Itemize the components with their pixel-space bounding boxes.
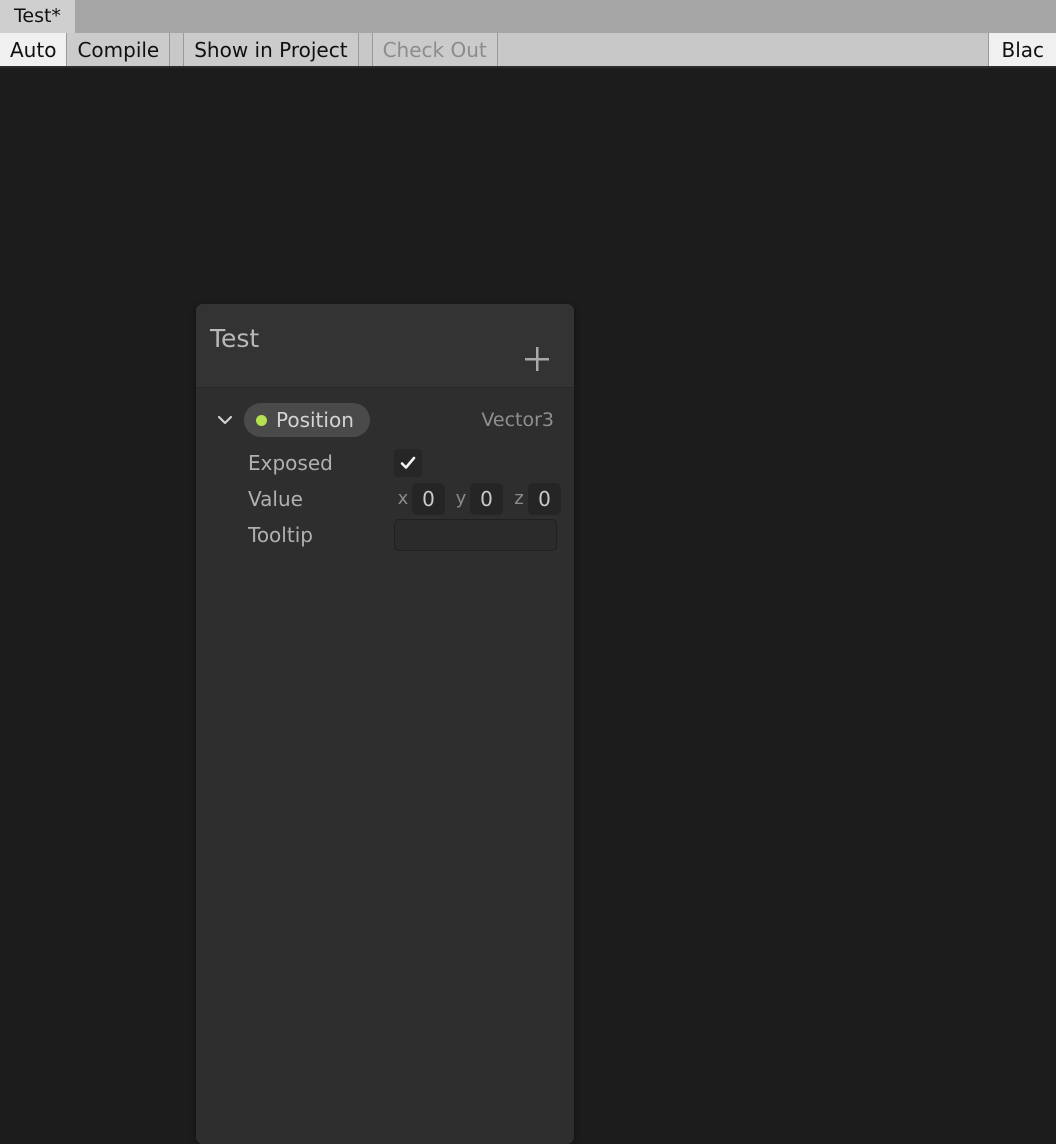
toolbar-separator-2 bbox=[358, 33, 373, 66]
blackboard-header[interactable]: Test bbox=[196, 304, 574, 388]
compile-button[interactable]: Compile bbox=[67, 33, 171, 66]
tooltip-row: Tooltip bbox=[248, 517, 574, 553]
vector-y-input[interactable]: 0 bbox=[470, 483, 503, 515]
blackboard-panel[interactable]: Test Position Vector3 Exposed Value x 0 … bbox=[196, 304, 574, 1144]
variable-name-pill[interactable]: Position bbox=[244, 403, 370, 437]
check-out-label: Check Out bbox=[382, 37, 487, 62]
value-label: Value bbox=[248, 487, 303, 511]
check-out-button: Check Out bbox=[372, 33, 498, 66]
exposed-control bbox=[394, 449, 422, 477]
show-in-project-label: Show in Project bbox=[194, 37, 348, 62]
blackboard-title: Test bbox=[210, 324, 260, 353]
toolbar: Auto Compile Show in Project Check Out B… bbox=[0, 33, 1056, 68]
exposed-label: Exposed bbox=[248, 451, 333, 475]
vector-x-input[interactable]: 0 bbox=[412, 483, 445, 515]
window-tab-label: Test* bbox=[14, 5, 61, 27]
auto-toggle-button[interactable]: Auto bbox=[0, 33, 68, 66]
graph-canvas[interactable]: Test Position Vector3 Exposed Value x 0 … bbox=[0, 70, 1056, 1144]
vector-axis-x-label: x bbox=[397, 488, 409, 509]
vector3-field: x 0 y 0 z 0 bbox=[394, 483, 568, 515]
vector-axis-z-label: z bbox=[514, 488, 524, 509]
tooltip-label: Tooltip bbox=[248, 523, 313, 547]
show-in-project-button[interactable]: Show in Project bbox=[184, 33, 359, 66]
toolbar-separator-1 bbox=[170, 33, 185, 66]
chevron-down-icon[interactable] bbox=[214, 409, 236, 431]
value-row: Value x 0 y 0 z 0 bbox=[248, 481, 574, 517]
exposed-row: Exposed bbox=[248, 445, 574, 481]
blackboard-body: Position Vector3 Exposed Value x 0 y 0 z… bbox=[196, 388, 574, 1144]
tooltip-input[interactable] bbox=[394, 519, 557, 551]
add-variable-button[interactable] bbox=[522, 344, 552, 374]
compile-label: Compile bbox=[77, 37, 160, 62]
window-tab-bar: Test* bbox=[0, 0, 1056, 33]
variable-details: Exposed Value x 0 y 0 z 0 Tooltip bbox=[196, 439, 574, 553]
tooltip-control bbox=[394, 519, 557, 551]
variable-status-dot bbox=[256, 414, 267, 426]
toolbar-spacer bbox=[497, 33, 990, 66]
window-tab-test[interactable]: Test* bbox=[0, 0, 75, 33]
vector-z-input[interactable]: 0 bbox=[528, 483, 561, 515]
blackboard-toggle-label: Blac bbox=[1001, 37, 1044, 62]
auto-toggle-label: Auto bbox=[10, 37, 57, 62]
blackboard-toggle-button[interactable]: Blac bbox=[989, 33, 1056, 66]
blackboard-variable-row[interactable]: Position Vector3 bbox=[196, 401, 574, 439]
variable-name-label: Position bbox=[276, 408, 354, 432]
variable-type-label: Vector3 bbox=[481, 408, 554, 431]
vector-axis-y-label: y bbox=[455, 488, 467, 509]
exposed-checkbox[interactable] bbox=[394, 449, 422, 477]
